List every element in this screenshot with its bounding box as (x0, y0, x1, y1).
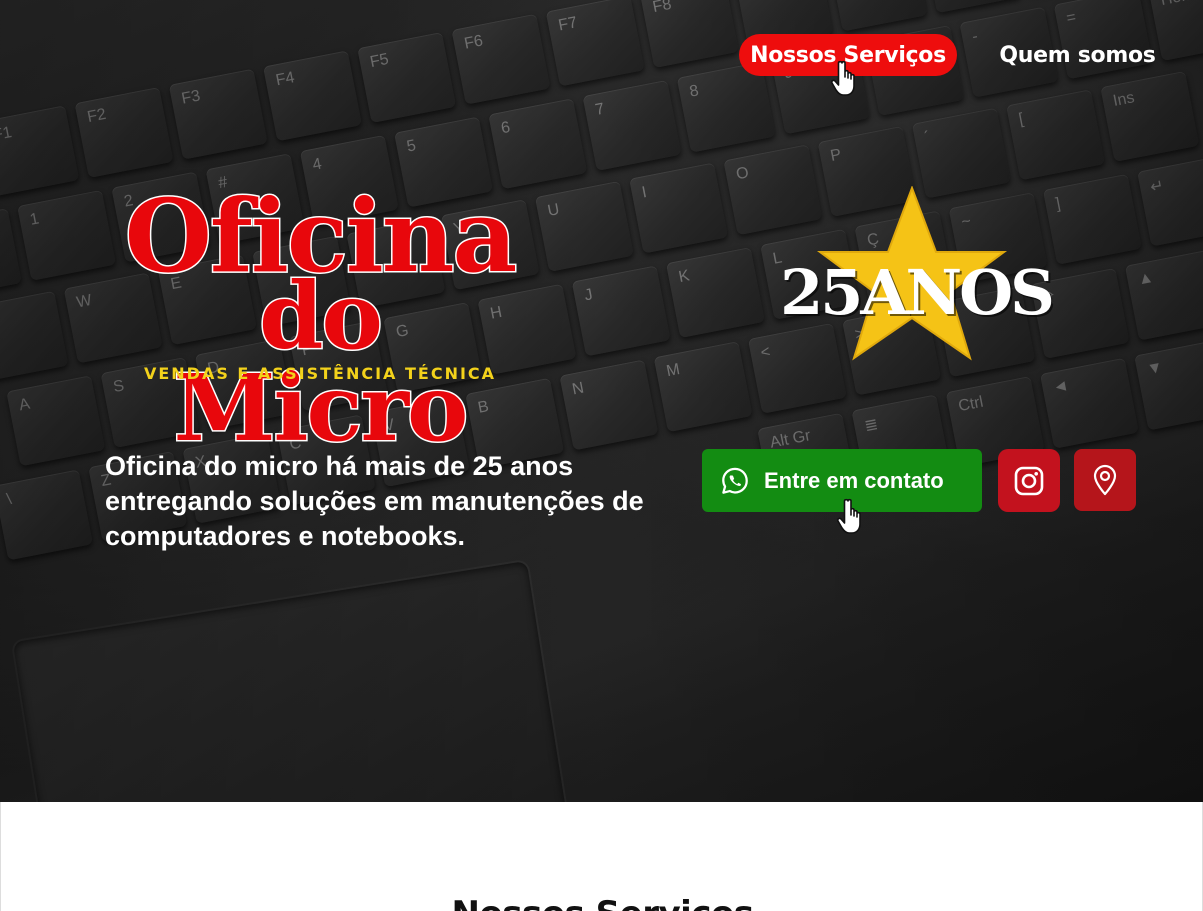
oficina-do-micro-logo: Oficina do Micro VENDAS E ASSISTÊNCIA TÉ… (105, 185, 535, 456)
logo-line2: do Micro (172, 262, 470, 462)
map-pin-icon (1093, 464, 1117, 496)
hand-cursor-icon (836, 498, 861, 534)
nav-about-label: Quem somos (999, 42, 1156, 68)
whatsapp-icon (722, 467, 748, 494)
nav-about-link[interactable]: Quem somos (995, 34, 1160, 76)
location-button[interactable] (1074, 449, 1136, 511)
badge-text: 25ANOS (780, 256, 1055, 329)
services-section: Nossos Serviços (0, 802, 1203, 911)
instagram-button[interactable] (998, 449, 1060, 512)
instagram-icon (1014, 466, 1044, 495)
25-anos-badge: 25ANOS (778, 186, 1055, 378)
hero-tagline: Oficina do micro há mais de 25 anos entr… (105, 451, 644, 551)
whatsapp-contact-label: Entre em contato (764, 467, 944, 493)
services-section-title: Nossos Serviços (1, 894, 1203, 911)
logo-subtitle: VENDAS E ASSISTÊNCIA TÉCNICA (143, 364, 497, 383)
hand-cursor-icon (830, 60, 855, 96)
hero-section: Esc F1 F2 F3 F4 F5 F6 F7 F8 F9 F10 F11 F… (0, 0, 1203, 802)
